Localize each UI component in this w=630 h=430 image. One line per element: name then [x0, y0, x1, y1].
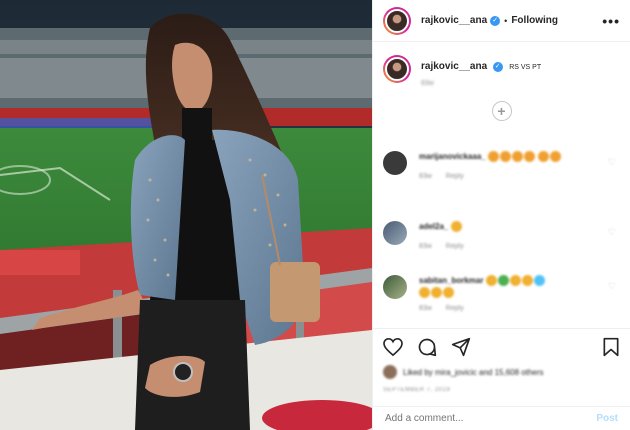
reply-button[interactable]: Reply: [446, 173, 464, 180]
comment-emojis: [487, 151, 562, 163]
emoji-icon: [533, 275, 545, 287]
action-icons-row: [383, 329, 620, 365]
emoji-icon: [509, 275, 521, 287]
avatar-image: [385, 8, 409, 33]
comment-like-heart-icon[interactable]: ♡: [608, 157, 616, 168]
emoji-icon: [550, 151, 562, 163]
more-options-icon[interactable]: •••: [602, 13, 620, 29]
emoji-icon: [485, 275, 497, 287]
comment-meta: 83w Reply: [419, 305, 589, 312]
post-caption: rajkovic__ana ✓ RS VS PT 83w: [383, 55, 620, 87]
heart-icon[interactable]: [383, 338, 403, 356]
comment-time[interactable]: 83w: [419, 243, 432, 250]
comment-avatar[interactable]: [383, 275, 407, 299]
caption-avatar[interactable]: [383, 55, 411, 83]
verified-badge-icon: ✓: [490, 15, 501, 26]
comment-item: marijanovickaaa_ 83w Reply ♡: [383, 151, 620, 180]
emoji-icon: [511, 151, 523, 163]
post-date: SEPTEMBER 7, 2019: [383, 387, 451, 393]
likes-summary: Liked by mira_jovicic and 15,608 others: [383, 365, 620, 379]
comment-username[interactable]: sabitan_borkmar: [419, 276, 483, 285]
reply-button[interactable]: Reply: [446, 243, 464, 250]
post-modal: rajkovic__ana ✓ • Following ••• rajkovic…: [0, 0, 630, 430]
comment-avatar[interactable]: [383, 151, 407, 175]
emoji-icon: [521, 275, 533, 287]
load-more-comments-button[interactable]: +: [491, 101, 512, 121]
emoji-icon: [419, 287, 430, 299]
post-comment-button[interactable]: Post: [596, 413, 618, 424]
comment-time[interactable]: 83w: [419, 173, 432, 180]
comment-icon[interactable]: [417, 337, 437, 357]
comment-line: marijanovickaaa_: [419, 151, 589, 163]
add-comment-input[interactable]: [385, 413, 565, 424]
comment-time[interactable]: 83w: [419, 305, 432, 312]
caption-username[interactable]: rajkovic__ana: [421, 61, 487, 72]
comment-body: adel2a_ 83w Reply: [419, 221, 589, 250]
emoji-icon: [538, 151, 550, 163]
header-username[interactable]: rajkovic__ana: [421, 15, 487, 26]
separator-dot: •: [504, 15, 508, 26]
add-comment-row: Post: [373, 406, 630, 430]
following-button[interactable]: Following: [511, 15, 558, 26]
post-side-panel: rajkovic__ana ✓ • Following ••• rajkovic…: [372, 0, 630, 430]
caption-timestamp[interactable]: 83w: [421, 80, 541, 87]
post-photo[interactable]: [0, 0, 372, 430]
comment-username[interactable]: marijanovickaaa_: [419, 152, 486, 161]
comment-body: marijanovickaaa_ 83w Reply: [419, 151, 589, 180]
comment-meta: 83w Reply: [419, 243, 589, 250]
liker-avatar[interactable]: [383, 365, 397, 379]
post-actions: Liked by mira_jovicic and 15,608 others …: [373, 328, 630, 430]
comment-line: adel2a_: [419, 221, 589, 233]
comment-body: sabitan_borkmar 83w Reply: [419, 275, 589, 312]
emoji-icon: [431, 287, 442, 299]
comment-like-heart-icon[interactable]: ♡: [608, 281, 616, 292]
comment-meta: 83w Reply: [419, 173, 589, 180]
emoji-icon: [487, 151, 499, 163]
avatar[interactable]: [383, 6, 411, 35]
verified-badge-icon: ✓: [492, 61, 503, 72]
comment-username[interactable]: adel2a_: [419, 222, 448, 231]
bookmark-icon[interactable]: [602, 337, 620, 357]
post-image: [0, 0, 372, 430]
comments-section: rajkovic__ana ✓ RS VS PT 83w + marijanov…: [373, 43, 630, 328]
post-header: rajkovic__ana ✓ • Following •••: [373, 0, 630, 42]
share-icon[interactable]: [451, 337, 471, 357]
reply-button[interactable]: Reply: [446, 305, 464, 312]
caption-body: RS VS PT: [509, 64, 542, 71]
emoji-icon: [497, 275, 509, 287]
emoji-icon: [523, 151, 535, 163]
comment-like-heart-icon[interactable]: ♡: [608, 227, 616, 238]
comment-line: sabitan_borkmar: [419, 275, 589, 299]
comment-item: adel2a_ 83w Reply ♡: [383, 221, 620, 250]
comment-item: sabitan_borkmar 83w Reply ♡: [383, 275, 620, 312]
caption-text-block: rajkovic__ana ✓ RS VS PT 83w: [421, 61, 541, 87]
emoji-icon: [499, 151, 511, 163]
emoji-icon: [443, 287, 454, 299]
emoji-icon: [450, 221, 462, 233]
comment-avatar[interactable]: [383, 221, 407, 245]
avatar-image: [385, 57, 409, 81]
likes-text[interactable]: Liked by mira_jovicic and 15,608 others: [403, 368, 544, 377]
